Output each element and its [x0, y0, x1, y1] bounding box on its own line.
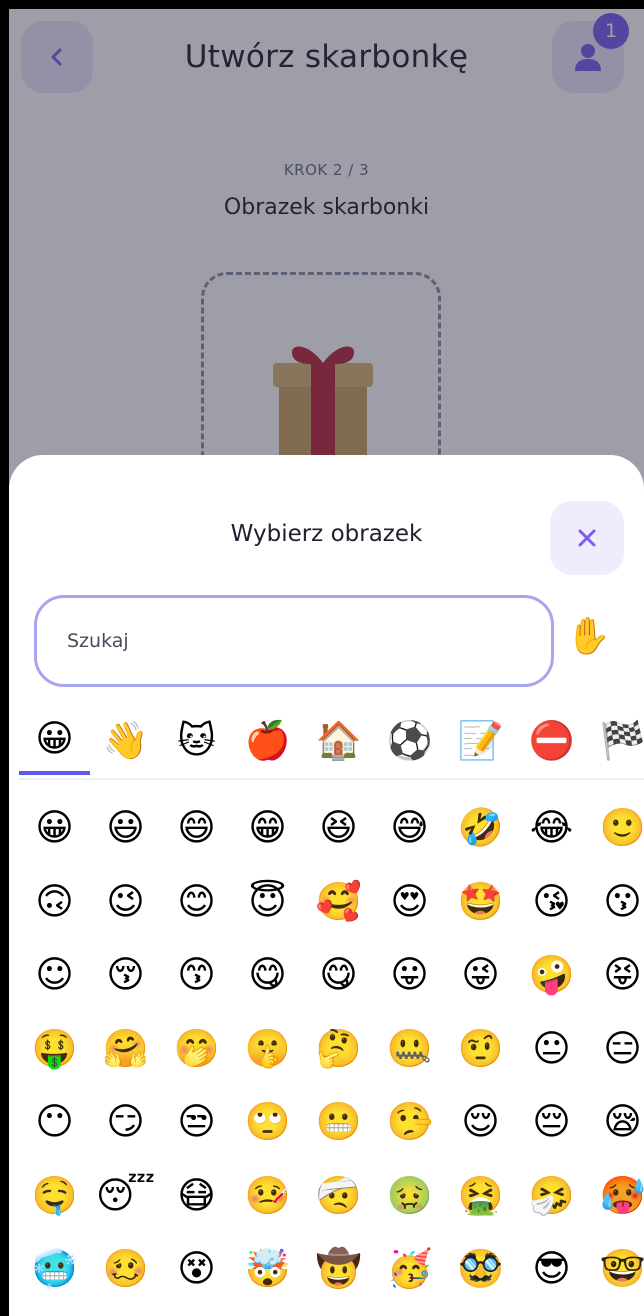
category-tab[interactable]: 👋: [90, 705, 161, 775]
emoji-option[interactable]: 😝: [587, 938, 644, 1012]
emoji-option[interactable]: 🤮: [445, 1159, 516, 1233]
emoji-option[interactable]: 🧐: [19, 1306, 90, 1316]
emoji-option[interactable]: 😋: [303, 938, 374, 1012]
emoji-option[interactable]: 😒: [161, 1085, 232, 1159]
emoji-option[interactable]: 😚: [90, 938, 161, 1012]
emoji-option[interactable]: 😷: [161, 1159, 232, 1233]
emoji-option[interactable]: 🥰: [303, 865, 374, 939]
emoji-option[interactable]: 🤨: [445, 1012, 516, 1086]
emoji-option[interactable]: 🤔: [303, 1012, 374, 1086]
emoji-option[interactable]: 😍: [374, 865, 445, 939]
emoji-option[interactable]: 😋: [232, 938, 303, 1012]
category-tab[interactable]: 🍎: [232, 705, 303, 775]
emoji-option[interactable]: 😇: [232, 865, 303, 939]
category-tab[interactable]: 🏁: [587, 705, 644, 775]
emoji-option[interactable]: 😛: [374, 938, 445, 1012]
emoji-option[interactable]: 🤤: [19, 1159, 90, 1233]
emoji-option[interactable]: 😲: [516, 1306, 587, 1316]
emoji-option[interactable]: 😌: [445, 1085, 516, 1159]
emoji-option[interactable]: 😊: [161, 865, 232, 939]
emoji-option[interactable]: ☹: [303, 1306, 374, 1316]
emoji-option[interactable]: 😂: [516, 791, 587, 865]
emoji-option[interactable]: 🙁: [232, 1306, 303, 1316]
emoji-option[interactable]: 😄: [161, 791, 232, 865]
emoji-option[interactable]: 😆: [303, 791, 374, 865]
emoji-option[interactable]: 😉: [90, 865, 161, 939]
emoji-option[interactable]: 🤯: [232, 1232, 303, 1306]
emoji-option[interactable]: 🤭: [161, 1012, 232, 1086]
emoji-option[interactable]: 😎: [516, 1232, 587, 1306]
emoji-option[interactable]: 😗: [587, 865, 644, 939]
emoji-option[interactable]: 😬: [303, 1085, 374, 1159]
emoji-option[interactable]: 🤒: [232, 1159, 303, 1233]
emoji-grid: 😀 😃 😄 😁 😆 😅 🤣 😂 🙂 🙃 😉 😊 😇 🥰 😍 🤩 😘 😗 ☺ 😚 😙 😋 😋 😛 😜 🤪 😝 🤑 🤗 🤭 🤫 🤔 🤐 🤨 😐 😑 😶 😏 😒 🙄…: [19, 791, 644, 1316]
emoji-option[interactable]: 🤧: [516, 1159, 587, 1233]
emoji-option[interactable]: 😔: [516, 1085, 587, 1159]
emoji-option[interactable]: 😳: [587, 1306, 644, 1316]
emoji-option[interactable]: 😐: [516, 1012, 587, 1086]
emoji-option[interactable]: 😕: [90, 1306, 161, 1316]
emoji-option[interactable]: 😮: [374, 1306, 445, 1316]
category-tab[interactable]: 🐱: [161, 705, 232, 775]
emoji-option[interactable]: 😟: [161, 1306, 232, 1316]
emoji-option[interactable]: 😀: [19, 791, 90, 865]
emoji-option[interactable]: 🤣: [445, 791, 516, 865]
emoji-option[interactable]: 😘: [516, 865, 587, 939]
emoji-option[interactable]: 🥸: [445, 1232, 516, 1306]
category-tab[interactable]: ⚽: [374, 705, 445, 775]
emoji-option[interactable]: 🤗: [90, 1012, 161, 1086]
emoji-option[interactable]: 😪: [587, 1085, 644, 1159]
emoji-option[interactable]: 🤢: [374, 1159, 445, 1233]
emoji-option[interactable]: 🙃: [19, 865, 90, 939]
search-input[interactable]: [34, 595, 554, 687]
category-tabs: 😀 👋 🐱 🍎 🏠 ⚽ 📝 ⛔ 🏁: [19, 705, 644, 775]
emoji-option[interactable]: 🤫: [232, 1012, 303, 1086]
emoji-option[interactable]: 😁: [232, 791, 303, 865]
emoji-option[interactable]: 😃: [90, 791, 161, 865]
emoji-picker-sheet: Wybierz obrazek ✋ 😀👋🐱🍎🏠⚽📝⛔🏁 😀😃😄😁😆😅🤣😂🙂 🙃😉😊…: [9, 455, 644, 1316]
emoji-option[interactable]: 🥳: [374, 1232, 445, 1306]
emoji-option[interactable]: 🙄: [232, 1085, 303, 1159]
emoji-option[interactable]: 🤠: [303, 1232, 374, 1306]
tabs-divider: [19, 778, 644, 780]
emoji-option[interactable]: 🤑: [19, 1012, 90, 1086]
emoji-option[interactable]: 🤩: [445, 865, 516, 939]
emoji-option[interactable]: 🤕: [303, 1159, 374, 1233]
emoji-option[interactable]: 😴: [90, 1159, 161, 1233]
emoji-option[interactable]: 🥴: [90, 1232, 161, 1306]
close-icon: [578, 529, 596, 547]
emoji-option[interactable]: 🤐: [374, 1012, 445, 1086]
emoji-option[interactable]: 😑: [587, 1012, 644, 1086]
emoji-option[interactable]: 🤓: [587, 1232, 644, 1306]
emoji-option[interactable]: 😙: [161, 938, 232, 1012]
emoji-option[interactable]: 😵: [161, 1232, 232, 1306]
emoji-option[interactable]: 😶: [19, 1085, 90, 1159]
emoji-option[interactable]: 😏: [90, 1085, 161, 1159]
emoji-option[interactable]: 🙂: [587, 791, 644, 865]
category-tab[interactable]: 🏠: [303, 705, 374, 775]
emoji-option[interactable]: 🥶: [19, 1232, 90, 1306]
emoji-option[interactable]: 😅: [374, 791, 445, 865]
skin-tone-selector[interactable]: ✋: [566, 619, 611, 655]
screen: Utwórz skarbonkę 1 KROK 2 / 3 Obrazek sk…: [9, 9, 644, 1316]
category-tab[interactable]: 😀: [19, 705, 90, 775]
emoji-option[interactable]: 😜: [445, 938, 516, 1012]
emoji-option[interactable]: 🤪: [516, 938, 587, 1012]
category-tab[interactable]: 📝: [445, 705, 516, 775]
close-button[interactable]: [550, 501, 624, 575]
picker-title: Wybierz obrazek: [230, 521, 423, 547]
emoji-option[interactable]: 🤥: [374, 1085, 445, 1159]
category-tab[interactable]: ⛔: [516, 705, 587, 775]
emoji-option[interactable]: 😯: [445, 1306, 516, 1316]
emoji-option[interactable]: ☺: [19, 938, 90, 1012]
emoji-option[interactable]: 🥵: [587, 1159, 644, 1233]
